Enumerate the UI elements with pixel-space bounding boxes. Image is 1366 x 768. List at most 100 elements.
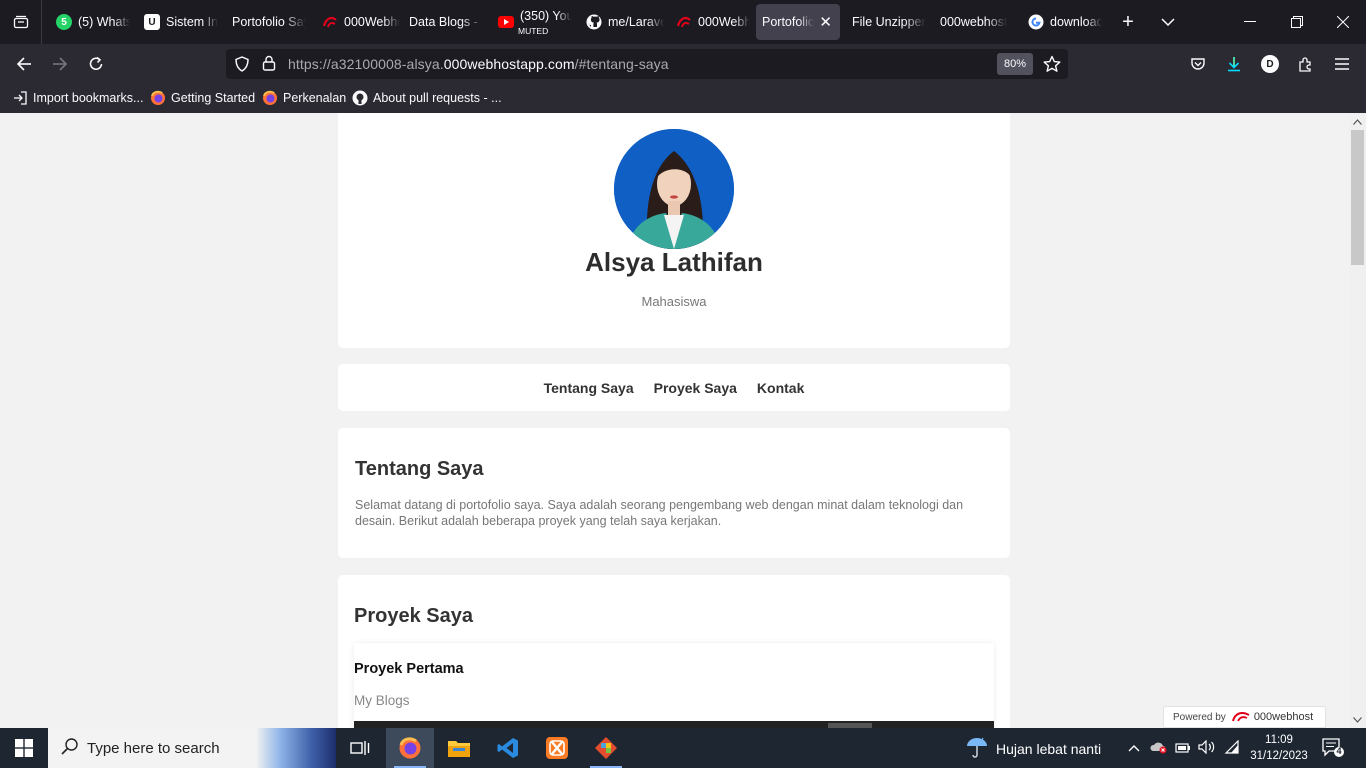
project-screenshot: [354, 721, 994, 728]
tab-youtube[interactable]: (350) YouTube MUTED: [492, 4, 572, 40]
volume-icon[interactable]: [1198, 739, 1216, 757]
project-subtitle: My Blogs: [354, 693, 410, 708]
git-gui-icon[interactable]: [582, 728, 630, 768]
bookmark-pull-requests[interactable]: About pull requests - ...: [352, 90, 502, 106]
address-bar[interactable]: https://a32100008-alsya.000webhostapp.co…: [226, 49, 1068, 79]
tab-list-icon[interactable]: [0, 0, 42, 44]
back-arrow-icon[interactable]: [12, 52, 36, 76]
github-icon: [352, 90, 368, 106]
vscode-icon[interactable]: [484, 728, 532, 768]
tab-file-unzipper[interactable]: File Unzipper: [846, 4, 926, 40]
tab-whatsapp[interactable]: 5 (5) WhatsApp: [50, 4, 130, 40]
file-explorer-icon[interactable]: [435, 728, 483, 768]
tab-label: 000webhost: [940, 15, 1008, 29]
profile-role: Mahasiswa: [641, 294, 707, 309]
tab-000webhost-3[interactable]: 000webhost: [934, 4, 1014, 40]
notifications-icon[interactable]: 4: [1322, 738, 1344, 763]
projects-section: Proyek Saya Proyek Pertama My Blogs: [338, 575, 1010, 728]
shield-icon[interactable]: [234, 56, 250, 77]
muted-label: MUTED: [518, 26, 549, 36]
about-section: Tentang Saya Selamat datang di portofoli…: [338, 428, 1010, 558]
powered-by-badge[interactable]: Powered by 000webhost: [1163, 706, 1326, 728]
task-view-icon[interactable]: [336, 728, 384, 768]
tab-label: File Unzipper: [852, 15, 926, 29]
close-window-button[interactable]: [1331, 10, 1355, 34]
project-card[interactable]: Proyek Pertama My Blogs: [354, 643, 994, 728]
tab-sistem-informasi[interactable]: U Sistem Informasi: [138, 4, 218, 40]
powered-by-label: Powered by: [1173, 711, 1226, 723]
page-viewport[interactable]: Alsya Lathifan Mahasiswa Tentang Saya Pr…: [0, 113, 1349, 728]
bookmarks-toolbar: Import bookmarks... Getting Started Perk…: [0, 84, 1366, 113]
wifi-icon[interactable]: [1224, 739, 1240, 757]
tab-label: (350) YouTube: [520, 9, 572, 23]
about-title: Tentang Saya: [355, 458, 484, 480]
zoom-level-button[interactable]: 80%: [997, 53, 1033, 75]
google-icon: [1028, 14, 1044, 30]
github-icon: [586, 14, 602, 30]
restore-button[interactable]: [1285, 10, 1309, 34]
taskbar-search-input[interactable]: Type here to search: [48, 728, 336, 768]
extensions-icon[interactable]: [1294, 52, 1318, 76]
new-tab-button[interactable]: +: [1116, 10, 1140, 34]
nav-link-proyek-saya[interactable]: Proyek Saya: [654, 380, 737, 396]
scroll-thumb[interactable]: [1351, 130, 1364, 265]
tab-000webhost-2[interactable]: 000Webhost: [670, 4, 750, 40]
bookmark-star-icon[interactable]: [1043, 55, 1061, 78]
account-avatar[interactable]: D: [1258, 52, 1282, 76]
start-button[interactable]: [0, 728, 48, 768]
battery-icon[interactable]: [1175, 740, 1191, 757]
tab-label: Sistem Informasi: [166, 15, 218, 29]
bookmark-getting-started[interactable]: Getting Started: [150, 90, 255, 106]
system-clock[interactable]: 11:09 31/12/2023: [1248, 732, 1310, 764]
tab-data-blogs[interactable]: Data Blogs - ...: [403, 4, 483, 40]
site-navigation: Tentang Saya Proyek Saya Kontak: [338, 364, 1010, 411]
whatsapp-icon: 5: [56, 14, 72, 30]
tab-label: download: [1050, 15, 1102, 29]
nav-link-kontak[interactable]: Kontak: [757, 380, 804, 396]
lock-icon[interactable]: [262, 55, 276, 76]
search-icon: [61, 737, 79, 759]
forward-arrow-icon[interactable]: [48, 52, 72, 76]
onedrive-error-icon[interactable]: [1150, 740, 1168, 757]
weather-widget[interactable]: Hujan lebat nanti: [966, 736, 1101, 761]
downloads-icon[interactable]: [1222, 52, 1246, 76]
about-text: Selamat datang di portofolio saya. Saya …: [355, 498, 964, 528]
search-placeholder: Type here to search: [87, 739, 220, 757]
tab-portofolio-active[interactable]: Portofolio Saya ✕: [756, 4, 840, 40]
close-tab-icon[interactable]: ✕: [819, 13, 832, 31]
tab-label: 000Webhost: [344, 15, 400, 29]
youtube-icon: [498, 14, 514, 30]
account-initial: D: [1261, 55, 1279, 73]
nav-link-tentang-saya[interactable]: Tentang Saya: [544, 380, 634, 396]
import-icon: [12, 90, 28, 106]
tab-portofolio[interactable]: Portofolio Saya: [226, 4, 306, 40]
chevron-up-icon[interactable]: [1128, 740, 1140, 755]
xampp-icon[interactable]: [533, 728, 581, 768]
firefox-taskbar-icon[interactable]: [386, 728, 434, 768]
navigation-toolbar: https://a32100008-alsya.000webhostapp.co…: [0, 44, 1366, 84]
firefox-icon: [262, 90, 278, 106]
menu-icon[interactable]: [1330, 52, 1354, 76]
tab-github[interactable]: me/Laravel: [580, 4, 664, 40]
profile-photo: [614, 129, 734, 249]
scroll-down-arrow-icon[interactable]: [1349, 711, 1366, 728]
url-text[interactable]: https://a32100008-alsya.000webhostapp.co…: [288, 56, 669, 72]
bookmark-label: About pull requests - ...: [373, 91, 502, 105]
minimize-button[interactable]: [1238, 10, 1262, 34]
weather-text: Hujan lebat nanti: [996, 740, 1102, 757]
scroll-up-arrow-icon[interactable]: [1349, 113, 1366, 130]
bookmark-perkenalan[interactable]: Perkenalan: [262, 90, 346, 106]
tab-000webhost[interactable]: 000Webhost: [316, 4, 400, 40]
pocket-icon[interactable]: [1186, 52, 1210, 76]
bookmark-label: Perkenalan: [283, 91, 347, 105]
000webhost-icon: [322, 14, 338, 30]
reload-icon[interactable]: [84, 52, 108, 76]
profile-card: Alsya Lathifan Mahasiswa: [338, 113, 1010, 348]
bookmark-import[interactable]: Import bookmarks...: [12, 90, 143, 106]
tab-label: Data Blogs - ...: [409, 15, 483, 29]
vertical-scrollbar[interactable]: [1349, 113, 1366, 728]
tab-download[interactable]: download: [1022, 4, 1102, 40]
url-suffix: /#tentang-saya: [574, 56, 669, 72]
list-all-tabs-icon[interactable]: [1156, 10, 1180, 34]
tab-label: Portofolio Saya: [762, 15, 814, 29]
